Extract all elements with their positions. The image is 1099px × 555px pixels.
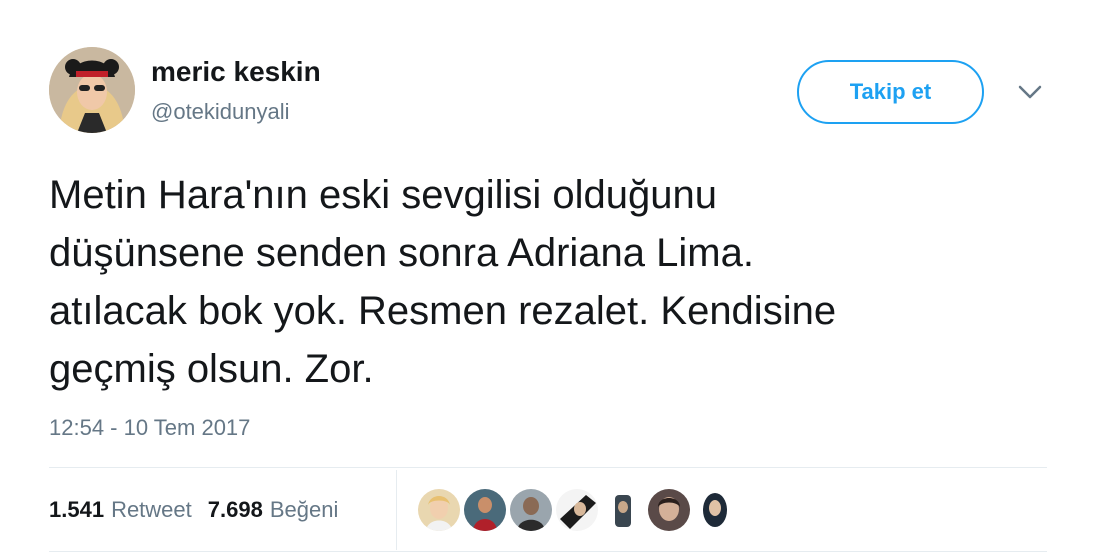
liker-avatars bbox=[418, 489, 736, 531]
liker-avatar[interactable] bbox=[464, 489, 506, 531]
follow-button[interactable]: Takip et bbox=[797, 60, 984, 124]
liker-avatar[interactable] bbox=[418, 489, 460, 531]
like-label: Beğeni bbox=[269, 497, 339, 522]
tweet-stats: 1.541 Retweet 7.698 Beğeni bbox=[49, 497, 354, 523]
retweet-stat[interactable]: 1.541 Retweet bbox=[49, 497, 192, 523]
tweet-timestamp[interactable]: 12:54 - 10 Tem 2017 bbox=[49, 415, 250, 441]
liker-avatar[interactable] bbox=[510, 489, 552, 531]
retweet-label: Retweet bbox=[111, 497, 192, 522]
liker-avatar[interactable] bbox=[602, 489, 644, 531]
stats-separator bbox=[396, 470, 397, 550]
author-name[interactable]: meric keskin bbox=[151, 56, 321, 88]
like-count: 7.698 bbox=[207, 497, 263, 522]
chevron-down-icon[interactable] bbox=[1016, 80, 1044, 104]
divider bbox=[49, 467, 1047, 468]
follow-button-label: Takip et bbox=[849, 79, 932, 104]
liker-avatar[interactable] bbox=[648, 489, 690, 531]
author-handle[interactable]: @otekidunyali bbox=[151, 99, 290, 125]
avatar[interactable] bbox=[49, 47, 135, 133]
liker-avatar[interactable] bbox=[694, 489, 736, 531]
tweet-text: Metin Hara'nın eski sevgilisi olduğunu d… bbox=[49, 173, 837, 391]
liker-avatar[interactable] bbox=[556, 489, 598, 531]
divider bbox=[49, 551, 1047, 552]
retweet-count: 1.541 bbox=[49, 497, 105, 522]
like-stat[interactable]: 7.698 Beğeni bbox=[208, 497, 339, 523]
